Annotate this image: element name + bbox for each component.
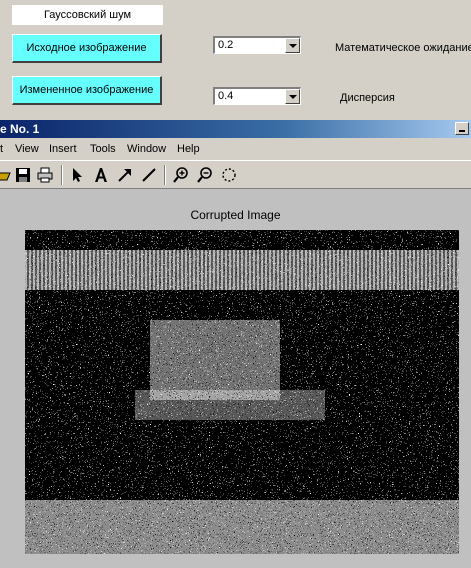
variance-select[interactable]: 0.4 [213,87,301,105]
figure-titlebar[interactable]: e No. 1 [0,120,471,138]
mean-label: Математическое ожидание [335,42,471,54]
toolbar-separator [164,165,166,185]
minimize-icon[interactable] [455,122,469,135]
plot-title: Corrupted Image [190,208,281,222]
rotate-icon[interactable] [220,166,238,184]
zoom-in-icon[interactable] [172,166,190,184]
object-highlight [150,320,280,400]
corrupted-image [25,230,459,554]
chevron-down-icon[interactable] [285,89,300,104]
menu-help[interactable]: Help [177,138,200,160]
menu-tools[interactable]: Tools [90,138,116,160]
figure-canvas: Corrupted Image [0,189,471,568]
zoom-out-icon[interactable] [196,166,214,184]
figure-title: e No. 1 [0,122,40,136]
chevron-down-icon[interactable] [285,38,300,53]
menu-bar: t View Insert Tools Window Help [0,138,471,160]
open-icon[interactable] [0,166,12,184]
original-image-button[interactable]: Исходное изображение [12,34,162,63]
line-icon[interactable] [140,166,158,184]
noise-type-label: Гауссовский шум [12,5,163,25]
variance-label: Дисперсия [340,92,395,104]
menu-edit[interactable]: t [0,138,3,160]
text-icon[interactable] [92,166,110,184]
menu-insert[interactable]: Insert [49,138,77,160]
mean-select-value: 0.2 [218,39,234,51]
toolbar-separator [61,165,63,185]
save-icon[interactable] [14,166,32,184]
ground-noise [25,500,459,554]
arrow-icon[interactable] [68,166,86,184]
figure-toolbar [0,160,471,189]
print-icon[interactable] [36,166,54,184]
menu-window[interactable]: Window [127,138,166,160]
noise-image-svg [25,230,459,554]
mean-select[interactable]: 0.2 [213,36,301,54]
menu-view[interactable]: View [15,138,39,160]
line-arrow-icon[interactable] [116,166,134,184]
modified-image-button[interactable]: Измененное изображение [12,76,162,105]
variance-select-value: 0.4 [218,90,234,102]
control-panel: Гауссовский шум Исходное изображение Изм… [0,0,471,120]
